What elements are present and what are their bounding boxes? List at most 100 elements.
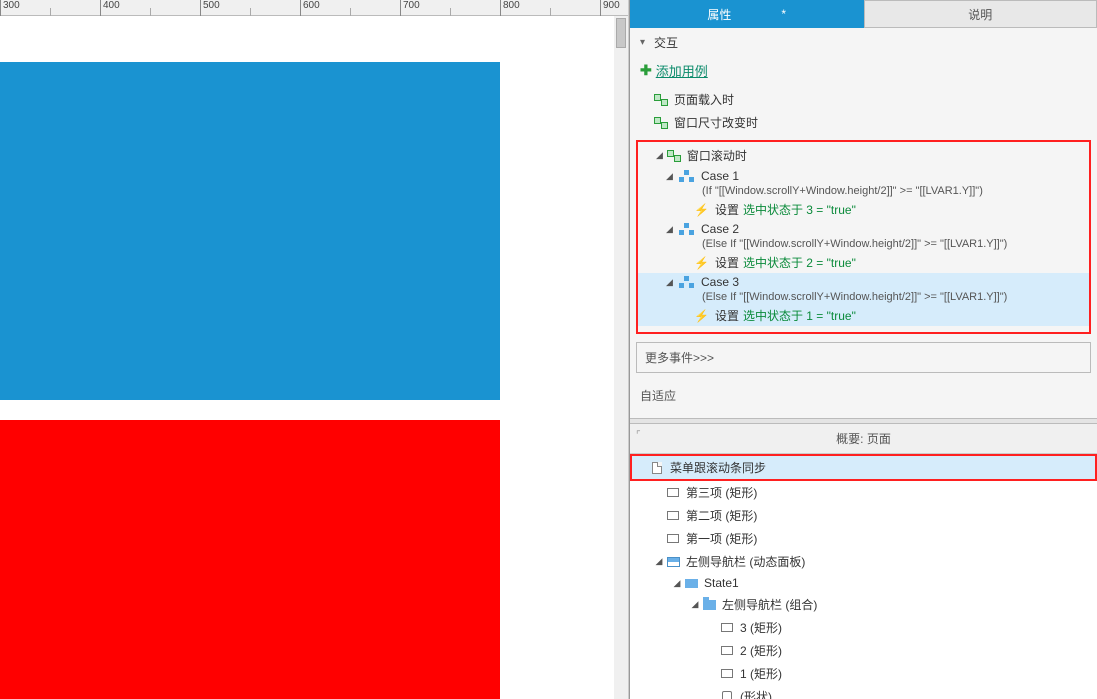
add-case-link[interactable]: 添加用例 [656,61,708,80]
case-1-action-value: 选中状态于 3 = "true" [743,201,856,218]
ruler-tick-minor [150,8,153,16]
case-2-action-value: 选中状态于 2 = "true" [743,254,856,271]
outline-item[interactable]: 菜单跟滚动条同步 [630,454,1097,481]
collapse-icon[interactable]: ⌜ [636,430,641,441]
flow-icon [679,276,695,288]
outline-item[interactable]: (形状) [630,685,1097,699]
outline-item[interactable]: 第三项 (矩形) [630,481,1097,504]
ruler-tick-minor [550,8,553,16]
triangle-down-icon: ◢ [690,599,700,610]
triangle-down-icon: ◢ [654,556,664,567]
event-window-scroll-label: 窗口滚动时 [687,147,747,164]
event-window-scroll[interactable]: ◢ 窗口滚动时 [638,144,1089,167]
event-window-resize[interactable]: 窗口尺寸改变时 [630,111,1097,134]
outline-item[interactable]: 第一项 (矩形) [630,527,1097,550]
outline-item[interactable]: 3 (矩形) [630,616,1097,639]
plus-icon: ✚ [640,62,652,79]
canvas-shape-red[interactable] [0,420,500,699]
folder-icon [702,599,716,611]
outline-item-label: State1 [704,576,739,590]
case-3[interactable]: ◢ Case 3 (Else If "[[Window.scrollY+Wind… [638,273,1089,326]
outline-tree[interactable]: 菜单跟滚动条同步第三项 (矩形)第二项 (矩形)第一项 (矩形)◢左侧导航栏 (… [630,454,1097,699]
outline-item[interactable]: 1 (矩形) [630,662,1097,685]
canvas-area[interactable]: 300 400 500 600 700 800 900 [0,0,629,699]
section-adaptive-label: 自适应 [640,389,676,403]
event-icon [667,150,681,162]
outline-item[interactable]: 第二项 (矩形) [630,504,1097,527]
canvas-shape-blue[interactable] [0,62,500,400]
ruler-tick: 500 [200,0,220,16]
horizontal-ruler: 300 400 500 600 700 800 900 [0,0,628,16]
case-2-title: Case 2 [701,222,739,236]
triangle-down-icon: ◢ [666,277,675,288]
bolt-icon: ⚡ [694,203,709,217]
case-2-action[interactable]: ⚡ 设置 选中状态于 2 = "true" [638,252,1089,273]
rect-icon [720,622,734,634]
section-interaction-label: 交互 [654,34,678,51]
case-1-action[interactable]: ⚡ 设置 选中状态于 3 = "true" [638,199,1089,220]
tab-description-label: 说明 [968,6,992,23]
highlighted-cases-box: ◢ 窗口滚动时 ◢ Case 1 (If "[[Window.scrollY+W… [636,140,1091,334]
case-1[interactable]: ◢ Case 1 (If "[[Window.scrollY+Window.he… [638,167,1089,220]
outline-item-label: 第三项 (矩形) [686,484,757,501]
inspector-tabs: 属性 * 说明 [630,0,1097,28]
outline-item-label: 第一项 (矩形) [686,530,757,547]
event-window-resize-label: 窗口尺寸改变时 [674,114,758,131]
dyn-icon [666,556,680,568]
section-interaction-header[interactable]: ▾ 交互 [630,28,1097,57]
rect-icon [666,533,680,545]
outline-item[interactable]: ◢State1 [630,573,1097,593]
outline-item-label: 2 (矩形) [740,642,782,659]
case-3-condition: (Else If "[[Window.scrollY+Window.height… [638,291,1089,305]
triangle-down-icon: ◢ [656,150,663,161]
case-2-condition: (Else If "[[Window.scrollY+Window.height… [638,238,1089,252]
outline-item-label: 第二项 (矩形) [686,507,757,524]
canvas-scrollbar[interactable] [614,16,628,699]
tab-properties-label: 属性 [707,6,731,23]
tab-properties[interactable]: 属性 * [630,0,864,28]
event-page-load[interactable]: 页面载入时 [630,88,1097,111]
outline-item-label: 菜单跟滚动条同步 [670,459,766,476]
flow-icon [679,223,695,235]
add-case-row[interactable]: ✚ 添加用例 [630,57,1097,88]
event-icon [654,94,668,106]
shape-icon [720,691,734,699]
case-1-action-label: 设置 [715,201,739,218]
outline-panel-header: ⌜ 概要: 页面 [630,424,1097,454]
triangle-down-icon: ◢ [666,171,675,182]
bolt-icon: ⚡ [694,309,709,323]
tab-description[interactable]: 说明 [864,0,1097,28]
case-3-action[interactable]: ⚡ 设置 选中状态于 1 = "true" [638,305,1089,326]
ruler-tick: 900 [600,0,620,16]
event-icon [654,117,668,129]
chevron-down-icon: ▾ [640,37,650,48]
tab-dirty-indicator: * [781,7,786,21]
case-1-condition: (If "[[Window.scrollY+Window.height/2]]"… [638,185,1089,199]
flow-icon [679,170,695,182]
more-events-button[interactable]: 更多事件>>> [636,342,1091,373]
ruler-tick-minor [50,8,53,16]
rect-icon [666,510,680,522]
more-events-label: 更多事件>>> [645,351,714,365]
case-3-title: Case 3 [701,275,739,289]
section-adaptive-header[interactable]: 自适应 [630,373,1097,418]
ruler-tick: 300 [0,0,20,16]
outline-item-label: 3 (矩形) [740,619,782,636]
case-2[interactable]: ◢ Case 2 (Else If "[[Window.scrollY+Wind… [638,220,1089,273]
ruler-tick: 600 [300,0,320,16]
ruler-tick: 700 [400,0,420,16]
page-icon [650,462,664,474]
scrollbar-thumb[interactable] [616,18,626,48]
rect-icon [666,487,680,499]
triangle-down-icon: ◢ [666,224,675,235]
ruler-tick: 800 [500,0,520,16]
outline-item-label: 左侧导航栏 (动态面板) [686,553,805,570]
case-2-action-label: 设置 [715,254,739,271]
outline-item[interactable]: ◢ 左侧导航栏 (动态面板) [630,550,1097,573]
outline-item[interactable]: ◢左侧导航栏 (组合) [630,593,1097,616]
case-3-action-label: 设置 [715,307,739,324]
ruler-tick: 400 [100,0,120,16]
outline-item[interactable]: 2 (矩形) [630,639,1097,662]
outline-item-label: 1 (矩形) [740,665,782,682]
state-icon [684,577,698,589]
